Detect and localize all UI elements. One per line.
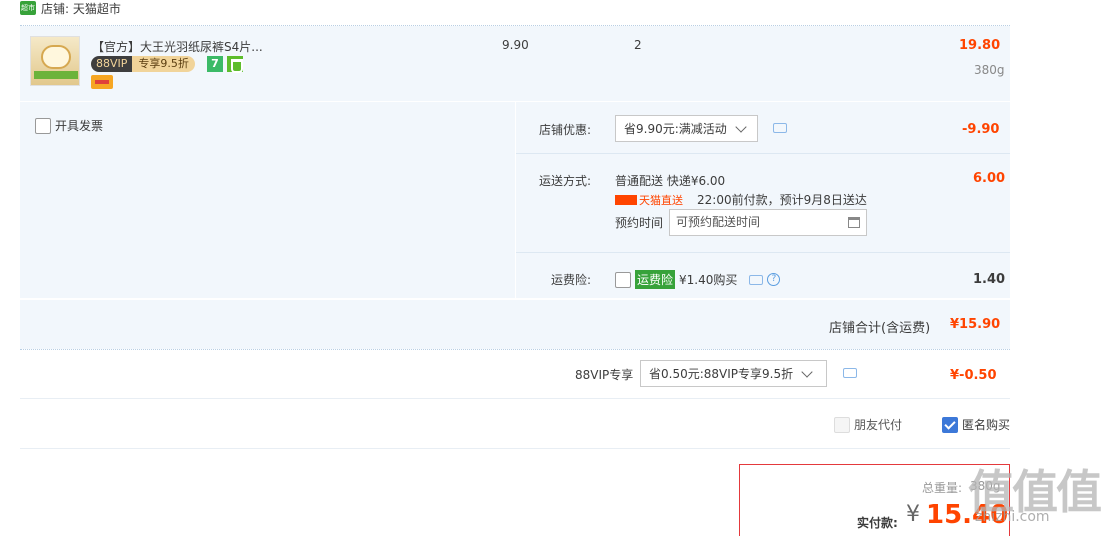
shop-name[interactable]: 店铺: 天猫超市 [41, 0, 121, 17]
item-subtotal: 19.80 [959, 38, 1001, 53]
anonymous-label: 匿名购买 [962, 418, 1011, 432]
88vip-badge: 88VIP 专享9.5折 [91, 56, 203, 72]
tmall-cat-icon [615, 195, 637, 205]
divider [20, 349, 1010, 350]
invoice-label: 开具发票 [55, 119, 104, 133]
vip-discount-amount: ¥-0.50 [950, 368, 997, 383]
shop-discount-amount: -9.90 [962, 122, 1000, 137]
seven-day-return-icon: 7 [207, 56, 223, 72]
friend-pay-label: 朋友代付 [854, 418, 903, 432]
friend-pay-checkbox[interactable] [834, 416, 850, 433]
anonymous-checkbox[interactable] [942, 416, 958, 433]
unit-price: 9.90 [502, 38, 529, 52]
guarantee-shield-icon [227, 56, 243, 73]
chevron-down-icon [801, 365, 813, 378]
shipping-method: 普通配送 快递¥6.00 [615, 174, 726, 188]
insurance-badge: 运费险 [635, 270, 676, 289]
reserve-time-placeholder: 可预约配送时间 [676, 215, 761, 229]
credit-card-icon [91, 75, 113, 89]
shop-discount-select[interactable]: 省9.90元:满减活动 [615, 115, 758, 142]
divider [20, 398, 1010, 399]
reserve-time-label: 预约时间 [615, 216, 664, 230]
help-icon[interactable]: ? [767, 273, 781, 286]
shop-discount-value: 省9.90元:满减活动 [624, 122, 727, 136]
currency-symbol: ¥ [906, 502, 920, 527]
divider [516, 252, 1010, 253]
88vip-discount-label: 专享9.5折 [132, 56, 195, 72]
88vip-label: 88VIP [91, 56, 133, 72]
chat-icon[interactable] [749, 274, 764, 285]
chat-icon[interactable] [843, 368, 857, 378]
product-thumbnail[interactable] [30, 36, 80, 86]
tmall-supermarket-logo-icon: 超市 [20, 1, 36, 15]
vip-discount-label: 88VIP专享 [575, 368, 634, 382]
shop-discount-label: 店铺优惠: [539, 123, 592, 137]
shop-total-label: 店铺合计(含运费) [829, 321, 931, 336]
vip-discount-value: 省0.50元:88VIP专享9.5折 [649, 367, 794, 381]
friend-pay-option[interactable]: 朋友代付 [834, 416, 902, 433]
insurance-price: ¥1.40购买 [679, 273, 738, 287]
shipping-label: 运送方式: [539, 174, 592, 188]
chat-icon[interactable] [773, 123, 787, 133]
product-title[interactable]: 【官方】大王光羽纸尿裤S4片... [92, 38, 263, 55]
calendar-icon[interactable] [848, 217, 860, 228]
quantity: 2 [634, 38, 642, 52]
anonymous-option[interactable]: 匿名购买 [942, 416, 1010, 433]
total-weight-label: 总重量: [922, 481, 963, 495]
watermark-site: zhizhi.com [975, 509, 1050, 525]
insurance-checkbox[interactable] [615, 271, 631, 288]
pay-label: 实付款: [857, 516, 898, 530]
invoice-option[interactable]: 开具发票 [35, 117, 103, 134]
chevron-down-icon [735, 120, 747, 133]
shop-total-amount: ¥15.90 [950, 317, 1001, 332]
tmall-direct-label: 天猫直送 [639, 194, 683, 207]
reserve-time-input[interactable]: 可预约配送时间 [669, 209, 867, 236]
tmall-direct-tag: 天猫直送 [615, 192, 683, 208]
delivery-notice: 22:00前付款，预计9月8日送达 [697, 193, 867, 207]
divider [20, 448, 1010, 449]
insurance-amount: 1.40 [973, 272, 1006, 287]
insurance-option[interactable]: 运费险 ¥1.40购买 ? [615, 270, 781, 289]
shop-header: 超市 店铺: 天猫超市 [20, 0, 121, 16]
item-weight: 380g [974, 63, 1005, 77]
invoice-checkbox[interactable] [35, 117, 51, 134]
divider [516, 153, 1010, 154]
shipping-amount: 6.00 [973, 171, 1006, 186]
insurance-label: 运费险: [551, 273, 592, 287]
vip-discount-select[interactable]: 省0.50元:88VIP专享9.5折 [640, 360, 827, 387]
